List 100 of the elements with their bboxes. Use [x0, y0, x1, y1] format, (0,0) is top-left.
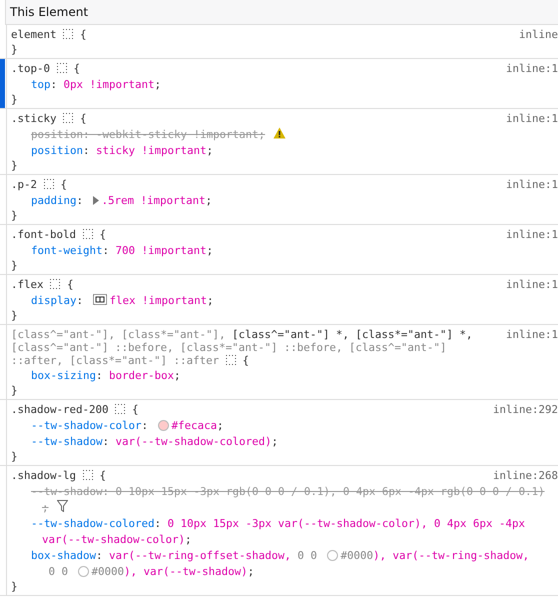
selector: .shadow-red-200	[11, 403, 109, 416]
property-value[interactable]: 700 !important	[116, 243, 207, 259]
property-value[interactable]: var(--tw-shadow-color)	[42, 532, 186, 548]
punctuation: ;	[272, 434, 278, 450]
property-value[interactable]: 0	[62, 564, 75, 580]
selector: [class^="ant-"] ::before, [class*="ant-"] ::before, [class^="ant-"]	[11, 341, 447, 354]
property-value[interactable]: ), var(--tw-ring-shadow,	[373, 548, 530, 564]
source-link[interactable]: inline:1	[506, 177, 558, 193]
property-value[interactable]: ), var(--tw-shadow)	[124, 564, 248, 580]
punctuation: :	[102, 434, 110, 450]
flexbox-icon[interactable]	[92, 294, 107, 305]
property-value[interactable]: border-box	[109, 368, 174, 384]
brace: {	[80, 28, 87, 41]
property-value[interactable]: -webkit-sticky !important	[96, 127, 259, 143]
source-link[interactable]: inline:268	[492, 468, 558, 484]
selector: .sticky	[11, 112, 57, 125]
source-link[interactable]: inline:1	[506, 111, 558, 127]
punctuation: :	[96, 368, 104, 384]
source-link[interactable]: inline	[518, 27, 558, 43]
selector: [class^="ant-"], [class*="ant-"],	[11, 328, 226, 341]
property-value[interactable]: sticky !important	[96, 143, 207, 159]
property-value[interactable]: 0px !important	[64, 77, 155, 93]
source-link[interactable]: inline:1	[506, 327, 558, 368]
property-value[interactable]: #0000	[340, 548, 374, 564]
source-link[interactable]: inline:292	[492, 402, 558, 418]
brace: {	[100, 469, 106, 482]
property-value[interactable]: 0 10px 15px -3px var(--tw-shadow-color), 0 4px 6px -4px	[168, 516, 532, 532]
brace: {	[80, 112, 87, 125]
property-value[interactable]: flex !important	[110, 293, 208, 309]
property-value[interactable]: 0	[42, 564, 62, 580]
brace: }	[11, 450, 18, 463]
property-name[interactable]: font-weight	[31, 243, 103, 259]
property-value[interactable]: 0.1)	[518, 484, 545, 500]
punctuation: ;	[154, 77, 162, 93]
punctuation: :	[83, 127, 91, 143]
property-name[interactable]: position	[31, 127, 84, 143]
brace: {	[67, 278, 74, 291]
panel-title: This Element	[10, 5, 88, 19]
property-name[interactable]: box-shadow	[31, 548, 96, 564]
property-value[interactable]: 0 0	[291, 548, 324, 564]
property-name[interactable]: box-sizing	[31, 368, 96, 384]
punctuation: :	[154, 516, 162, 532]
brace: }	[11, 384, 18, 397]
property-value[interactable]: 0 10px 15px -3px rgb(0 0 0 / 0.1), 0 4px 6px -4px rgb(0 0 0 /	[116, 484, 519, 500]
brace: }	[11, 209, 18, 222]
source-link[interactable]: inline:1	[506, 277, 558, 293]
property-value[interactable]: #fecaca	[172, 418, 218, 434]
punctuation: ;	[248, 564, 254, 580]
punctuation: ;	[42, 500, 49, 516]
punctuation: :	[76, 193, 84, 209]
punctuation: ;	[217, 418, 224, 434]
brace: }	[11, 43, 18, 56]
color-swatch[interactable]	[158, 420, 169, 431]
brace: }	[11, 93, 18, 106]
color-swatch[interactable]	[78, 566, 89, 577]
selector: .font-bold	[11, 228, 76, 241]
property-name[interactable]: --tw-shadow-color	[31, 418, 142, 434]
brace: {	[100, 228, 106, 241]
property-value[interactable]: .5rem !important	[102, 193, 206, 209]
color-swatch[interactable]	[326, 550, 338, 561]
selector: ::after, [class*="ant-"] ::after	[11, 354, 220, 367]
brace: }	[11, 309, 18, 322]
brace: }	[11, 259, 18, 272]
expand-triangle-icon[interactable]	[92, 196, 99, 205]
selector: .flex	[11, 278, 44, 291]
punctuation: ;	[206, 243, 214, 259]
property-name[interactable]: --tw-shadow	[31, 484, 103, 500]
brace: }	[11, 580, 18, 593]
punctuation: ;	[185, 532, 192, 548]
property-name[interactable]: padding	[31, 193, 77, 209]
punctuation: ;	[174, 368, 181, 384]
property-name[interactable]: --tw-shadow	[31, 434, 103, 450]
property-name[interactable]: --tw-shadow-colored	[31, 516, 155, 532]
selector: .top-0	[11, 62, 50, 75]
warning-icon[interactable]	[273, 127, 286, 139]
property-name[interactable]: position	[31, 143, 84, 159]
source-link[interactable]: inline:1	[506, 227, 558, 243]
selector: [class^="ant-"] *, [class*="ant-"] *,	[232, 328, 473, 341]
punctuation: :	[76, 293, 84, 309]
punctuation: :	[102, 484, 110, 500]
punctuation: ;	[207, 293, 214, 309]
brace: {	[74, 62, 80, 75]
punctuation: ;	[206, 143, 214, 159]
selector: element	[11, 28, 57, 41]
brace: }	[11, 159, 18, 172]
property-name[interactable]: top	[31, 77, 51, 93]
property-value[interactable]: var(--tw-shadow-colored)	[116, 434, 272, 450]
punctuation: ;	[206, 193, 212, 209]
property-value[interactable]: var(--tw-ring-offset-shadow,	[109, 548, 292, 564]
filter-icon[interactable]	[56, 500, 68, 512]
source-link[interactable]: inline:1	[506, 61, 558, 77]
punctuation: :	[102, 243, 110, 259]
punctuation: :	[142, 418, 150, 434]
property-name[interactable]: display	[31, 293, 77, 309]
brace: {	[132, 403, 139, 416]
selector: .shadow-lg	[11, 469, 76, 482]
property-value[interactable]: #0000	[92, 564, 124, 580]
brace: {	[60, 178, 68, 191]
punctuation: ;	[258, 127, 266, 143]
brace: {	[242, 354, 250, 367]
